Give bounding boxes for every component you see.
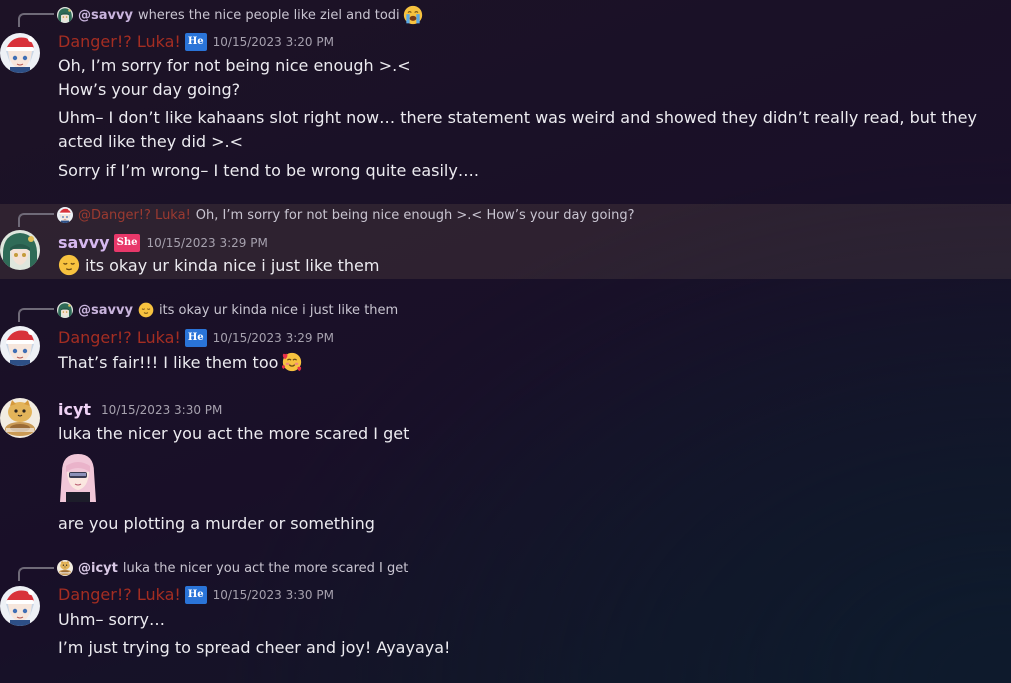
message-group-2: @Danger!? Luka! Oh, I’m sorry for not be…	[0, 204, 1011, 279]
author-name[interactable]: Danger!? Luka!	[58, 328, 181, 347]
luka-avatar[interactable]	[0, 326, 40, 366]
message-text: How’s your day going?	[58, 80, 241, 99]
reply-text: wheres the nice people like ziel and tod…	[137, 7, 400, 23]
icyt-avatar[interactable]	[0, 398, 40, 438]
author-name[interactable]: savvy	[58, 233, 110, 252]
message-text: Sorry if I’m wrong– I tend to be wrong q…	[58, 161, 479, 180]
author-name[interactable]: Danger!? Luka!	[58, 32, 181, 51]
reply-text: luka the nicer you act the more scared I…	[122, 560, 409, 576]
icyt-mini-avatar	[57, 560, 73, 576]
message-body: That’s fair!!! I like them too	[58, 352, 279, 372]
anime-girl-sticker[interactable]	[58, 452, 98, 502]
message-header: icyt 10/15/2023 3:30 PM	[58, 400, 222, 419]
message-text: its okay ur kinda nice i just like them	[58, 254, 379, 276]
reply-preview[interactable]: @savvy its okay ur kinda nice i just lik…	[57, 302, 398, 318]
reply-preview[interactable]: @savvy wheres the nice people like ziel …	[57, 5, 423, 25]
message-header: savvy She 10/15/2023 3:29 PM	[58, 233, 268, 252]
message-text: luka the nicer you act the more scared I…	[58, 424, 410, 443]
reply-preview[interactable]: @Danger!? Luka! Oh, I’m sorry for not be…	[57, 207, 634, 223]
timestamp: 10/15/2023 3:29 PM	[146, 235, 268, 250]
timestamp: 10/15/2023 3:29 PM	[212, 330, 334, 345]
message-header: Danger!? Luka! He 10/15/2023 3:29 PM	[58, 328, 334, 347]
message-group-3: @savvy its okay ur kinda nice i just lik…	[0, 296, 1011, 376]
timestamp: 10/15/2023 3:20 PM	[212, 34, 334, 49]
author-name[interactable]: Danger!? Luka!	[58, 585, 181, 604]
message-group-4: icyt 10/15/2023 3:30 PM luka the nicer y…	[0, 396, 1011, 541]
luka-avatar[interactable]	[0, 33, 40, 73]
reply-connector	[18, 308, 54, 322]
smiling-face-with-hearts-emoji	[281, 351, 303, 373]
savvy-mini-avatar	[57, 7, 73, 23]
author-name[interactable]: icyt	[58, 400, 91, 419]
relieved-face-emoji	[58, 254, 80, 276]
reply-username[interactable]: @Danger!? Luka!	[78, 208, 191, 223]
loudly-crying-emoji	[403, 5, 423, 25]
message-text: That’s fair!!! I like them too	[58, 351, 303, 373]
message-header: Danger!? Luka! He 10/15/2023 3:20 PM	[58, 32, 334, 51]
reply-preview[interactable]: @icyt luka the nicer you act the more sc…	[57, 560, 408, 576]
pronoun-tag: He	[184, 585, 207, 604]
timestamp: 10/15/2023 3:30 PM	[101, 402, 223, 417]
pronoun-tag: He	[184, 32, 207, 51]
reply-username[interactable]: @icyt	[78, 561, 118, 576]
message-group-5: @icyt luka the nicer you act the more sc…	[0, 554, 1011, 664]
luka-mini-avatar	[57, 207, 73, 223]
reply-username[interactable]: @savvy	[78, 8, 133, 23]
message-group-1: @savvy wheres the nice people like ziel …	[0, 0, 1011, 200]
timestamp: 10/15/2023 3:30 PM	[212, 587, 334, 602]
reply-text: Oh, I’m sorry for not being nice enough …	[195, 207, 635, 223]
reply-text: its okay ur kinda nice i just like them	[158, 302, 399, 318]
message-text: are you plotting a murder or something	[58, 514, 375, 533]
reply-connector	[18, 567, 54, 581]
message-header: Danger!? Luka! He 10/15/2023 3:30 PM	[58, 585, 334, 604]
reply-connector	[18, 13, 54, 27]
message-text: Oh, I’m sorry for not being nice enough …	[58, 56, 411, 75]
savvy-mini-avatar	[57, 302, 73, 318]
relieved-face-emoji	[138, 302, 154, 318]
reply-connector	[18, 213, 54, 227]
message-text: I’m just trying to spread cheer and joy!…	[58, 638, 451, 657]
message-text: Uhm– I don’t like kahaans slot right now…	[58, 108, 977, 151]
savvy-avatar[interactable]	[0, 230, 40, 270]
pronoun-tag: She	[113, 233, 141, 252]
luka-avatar[interactable]	[0, 586, 40, 626]
pronoun-tag: He	[184, 328, 207, 347]
message-body: its okay ur kinda nice i just like them	[85, 255, 380, 275]
reply-username[interactable]: @savvy	[78, 303, 133, 318]
message-text: Uhm– sorry…	[58, 610, 165, 629]
